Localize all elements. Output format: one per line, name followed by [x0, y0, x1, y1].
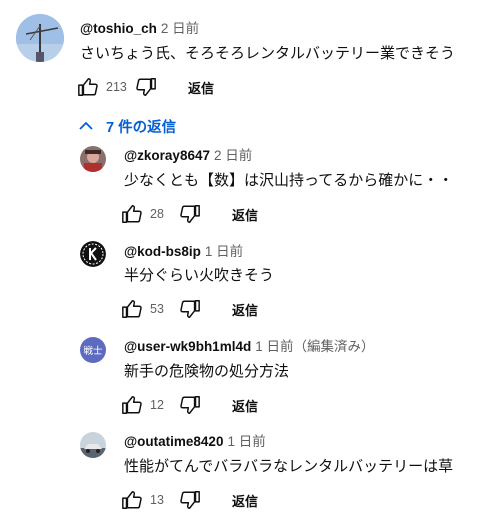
avatar[interactable]: 戦士	[80, 337, 106, 363]
comment-text: さいちょう氏、そろそろレンタルバッテリー業できそう	[80, 45, 456, 62]
timestamp[interactable]: 1 日前（編集済み）	[255, 339, 374, 354]
person-photo-icon	[80, 146, 106, 172]
thumbs-down-icon	[180, 300, 200, 318]
comment-actions: 213 返信	[76, 73, 214, 101]
avatar[interactable]	[80, 241, 106, 267]
comment-actions: 28 返信	[120, 200, 258, 228]
like-count: 13	[150, 493, 164, 507]
thumbs-up-icon	[122, 491, 142, 509]
avatar-initials: 戦士	[83, 346, 103, 357]
comment-header: @user-wk9bh1ml4d 1 日前（編集済み）	[124, 338, 374, 356]
like-button[interactable]	[120, 297, 144, 321]
dislike-button[interactable]	[134, 75, 158, 99]
timestamp[interactable]: 2 日前	[161, 21, 199, 36]
comment-header: @zkoray8647 2 日前	[124, 147, 252, 165]
thumbs-up-icon	[122, 396, 142, 414]
dislike-button[interactable]	[178, 393, 202, 417]
thumbs-down-icon	[180, 205, 200, 223]
like-count: 12	[150, 398, 164, 412]
chevron-up-icon	[79, 121, 93, 130]
author-name[interactable]: @zkoray8647	[124, 148, 210, 163]
thumbs-up-icon	[78, 78, 98, 96]
author-name[interactable]: @outatime8420	[124, 434, 223, 449]
comment-actions: 12 返信	[120, 391, 258, 419]
like-button[interactable]	[120, 202, 144, 226]
author-name[interactable]: @kod-bs8ip	[124, 244, 201, 259]
k-logo-icon	[80, 241, 106, 267]
reply-button[interactable]: 返信	[232, 396, 258, 415]
like-count: 53	[150, 302, 164, 316]
thumbs-down-icon	[180, 396, 200, 414]
timestamp[interactable]: 1 日前	[227, 434, 265, 449]
thumbs-up-icon	[122, 300, 142, 318]
like-button[interactable]	[120, 488, 144, 512]
replies-toggle-label: 7 件の返信	[106, 119, 177, 136]
comment-thread: @toshio_ch 2 日前 さいちょう氏、そろそろレンタルバッテリー業できそう…	[0, 0, 500, 516]
dislike-button[interactable]	[178, 488, 202, 512]
like-count: 213	[106, 80, 127, 94]
avatar[interactable]	[80, 432, 106, 458]
like-button[interactable]	[120, 393, 144, 417]
like-count: 28	[150, 207, 164, 221]
dislike-button[interactable]	[178, 297, 202, 321]
comment-actions: 13 返信	[120, 486, 258, 514]
crane-photo-icon	[16, 14, 64, 62]
comment-text: 性能がてんでバラバラなレンタルバッテリーは草	[124, 458, 454, 475]
reply-button[interactable]: 返信	[232, 491, 258, 510]
reply-button[interactable]: 返信	[188, 78, 214, 97]
avatar[interactable]	[80, 146, 106, 172]
timestamp[interactable]: 1 日前	[205, 244, 243, 259]
reply-button[interactable]: 返信	[232, 300, 258, 319]
reply-button[interactable]: 返信	[232, 205, 258, 224]
author-name[interactable]: @user-wk9bh1ml4d	[124, 339, 251, 354]
like-button[interactable]	[76, 75, 100, 99]
replies-toggle[interactable]: 7 件の返信	[78, 114, 176, 138]
car-photo-icon	[80, 432, 106, 458]
comment-text: 少なくとも【数】は沢山持ってるから確かに・・	[124, 172, 454, 189]
comment-header: @kod-bs8ip 1 日前	[124, 243, 243, 261]
thumbs-down-icon	[136, 78, 156, 96]
timestamp[interactable]: 2 日前	[214, 148, 252, 163]
dislike-button[interactable]	[178, 202, 202, 226]
thumbs-up-icon	[122, 205, 142, 223]
thumbs-down-icon	[180, 491, 200, 509]
comment-header: @toshio_ch 2 日前	[80, 20, 199, 38]
comment-text: 新手の危険物の処分方法	[124, 363, 290, 380]
author-name[interactable]: @toshio_ch	[80, 21, 157, 36]
comment-actions: 53 返信	[120, 295, 258, 323]
avatar[interactable]	[16, 14, 64, 62]
comment-header: @outatime8420 1 日前	[124, 433, 266, 451]
comment-text: 半分ぐらい火吹きそう	[124, 267, 275, 284]
